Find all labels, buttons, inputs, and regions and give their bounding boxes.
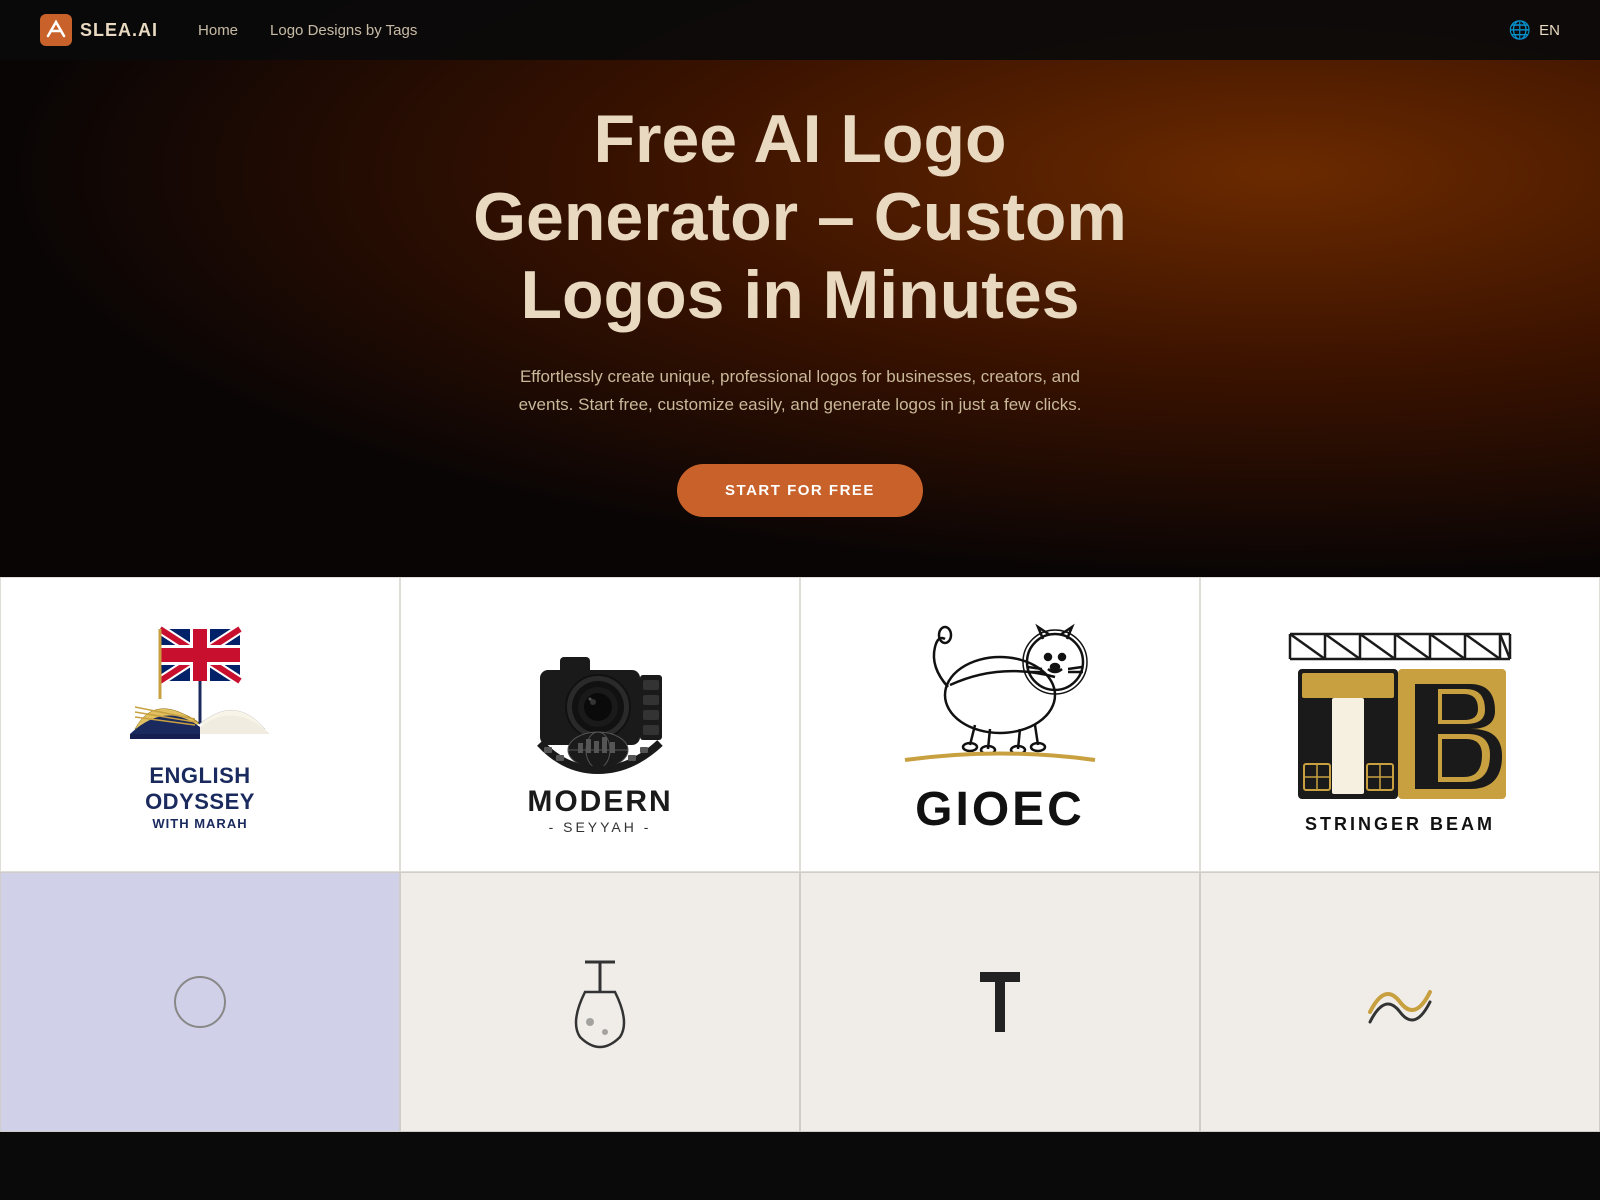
start-for-free-button[interactable]: START FOR FREE <box>677 464 923 517</box>
modern-seyyah-svg <box>510 615 690 775</box>
stringer-beam-svg <box>1280 614 1520 814</box>
bottom-card-3-preview <box>950 952 1050 1052</box>
bottom-card-2[interactable] <box>400 872 800 1132</box>
hero-section: Free AI Logo Generator – Custom Logos in… <box>0 0 1600 577</box>
logo-link[interactable]: SLEA.AI <box>40 14 158 46</box>
logo-card-english-odyssey[interactable]: ENGLISHODYSSEY WITH MARAH <box>0 577 400 872</box>
modern-seyyah-subtitle: - SEYYAH - <box>527 819 672 835</box>
bottom-card-1[interactable] <box>0 872 400 1132</box>
gioec-title: GIOEC <box>915 782 1085 837</box>
language-icon: 🌐 <box>1509 20 1531 41</box>
english-odyssey-svg <box>105 619 295 749</box>
english-odyssey-logo: ENGLISHODYSSEY WITH MARAH <box>105 619 295 831</box>
english-odyssey-subtitle: WITH MARAH <box>145 816 255 831</box>
navbar: SLEA.AI Home Logo Designs by Tags 🌐 EN <box>0 0 1600 60</box>
logo-grid-section: ENGLISHODYSSEY WITH MARAH <box>0 577 1600 1132</box>
bottom-card-4[interactable] <box>1200 872 1600 1132</box>
stringer-beam-logo: STRINGER BEAM <box>1280 614 1520 835</box>
modern-seyyah-title: MODERN <box>527 785 672 819</box>
logo-card-modern-seyyah[interactable]: MODERN - SEYYAH - <box>400 577 800 872</box>
bottom-card-3[interactable] <box>800 872 1200 1132</box>
modern-seyyah-logo: MODERN - SEYYAH - <box>510 615 690 835</box>
bottom-card-1-preview <box>160 962 240 1042</box>
english-odyssey-title: ENGLISHODYSSEY <box>145 763 255 816</box>
nav-links: Home Logo Designs by Tags <box>198 22 1469 39</box>
bottom-card-2-preview <box>550 952 650 1052</box>
logo-grid: ENGLISHODYSSEY WITH MARAH <box>0 577 1600 872</box>
gioec-logo: GIOEC <box>885 612 1115 837</box>
bottom-logo-row <box>0 872 1600 1132</box>
lang-label: EN <box>1539 22 1560 39</box>
nav-tags-link[interactable]: Logo Designs by Tags <box>270 22 417 39</box>
logo-card-stringer-beam[interactable]: STRINGER BEAM <box>1200 577 1600 872</box>
nav-right: 🌐 EN <box>1509 20 1560 41</box>
stringer-beam-title: STRINGER BEAM <box>1305 814 1495 835</box>
hero-title: Free AI Logo Generator – Custom Logos in… <box>425 100 1175 335</box>
hero-subtitle: Effortlessly create unique, professional… <box>500 363 1100 421</box>
gioec-svg <box>885 612 1115 772</box>
logo-icon <box>40 14 72 46</box>
logo-text: SLEA.AI <box>80 20 158 41</box>
bottom-card-4-preview <box>1350 952 1450 1052</box>
logo-card-gioec[interactable]: GIOEC <box>800 577 1200 872</box>
nav-home-link[interactable]: Home <box>198 22 238 39</box>
